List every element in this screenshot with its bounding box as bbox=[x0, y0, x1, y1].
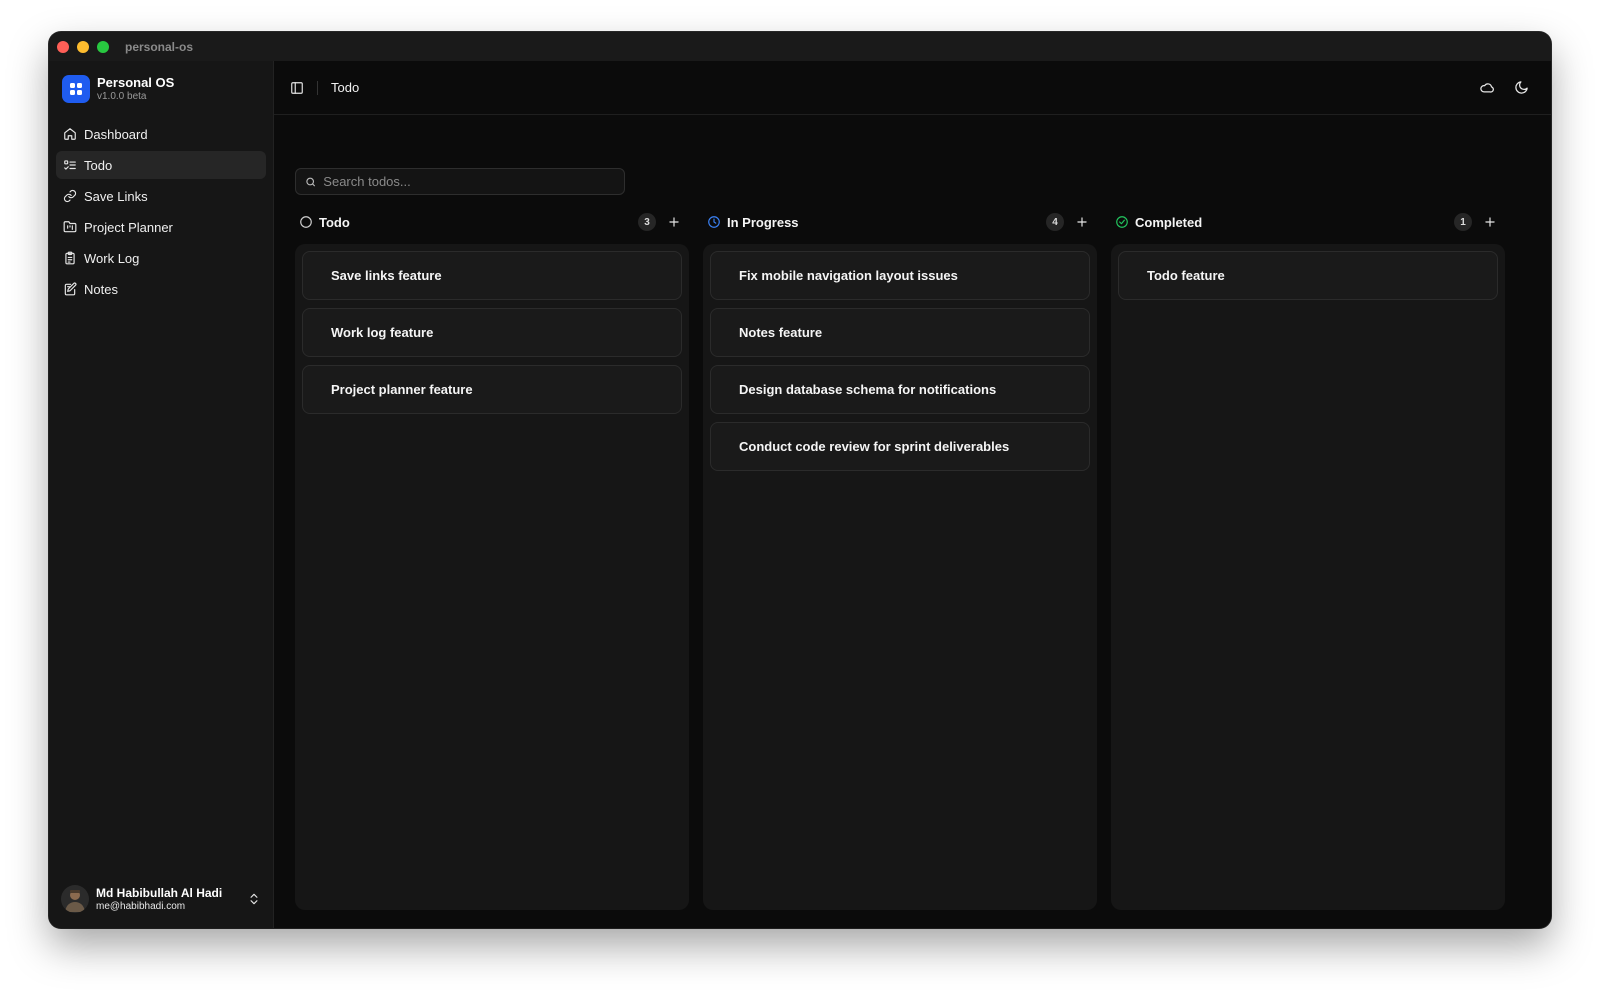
user-avatar-icon bbox=[65, 890, 85, 912]
sidebar-item-label: Save Links bbox=[84, 188, 148, 204]
title-bar: personal-os bbox=[49, 32, 1551, 61]
sidebar-item-notes[interactable]: Notes bbox=[56, 275, 266, 303]
search-icon bbox=[306, 177, 315, 186]
clipboard-icon bbox=[65, 251, 75, 265]
column-body: Save links feature Work log feature Proj… bbox=[295, 244, 689, 910]
column-header: Completed 1 bbox=[1111, 210, 1505, 234]
user-menu[interactable]: Md Habibullah Al Hadi me@habibhadi.com bbox=[49, 870, 273, 928]
divider bbox=[317, 80, 318, 95]
todo-card[interactable]: Todo feature bbox=[1118, 251, 1498, 300]
column-title: Completed bbox=[1135, 214, 1203, 230]
sidebar-item-dashboard[interactable]: Dashboard bbox=[56, 120, 266, 148]
todo-card[interactable]: Conduct code review for sprint deliverab… bbox=[710, 422, 1090, 471]
todo-card[interactable]: Notes feature bbox=[710, 308, 1090, 357]
brand-version: v1.0.0 beta bbox=[97, 91, 147, 102]
todo-card[interactable]: Design database schema for notifications bbox=[710, 365, 1090, 414]
column-body: Todo feature bbox=[1111, 244, 1505, 910]
column-header: Todo 3 bbox=[295, 210, 689, 234]
count-badge: 4 bbox=[1046, 213, 1064, 231]
column-todo: Todo 3 Save links feature Work log featu… bbox=[295, 210, 689, 910]
count-badge: 3 bbox=[638, 213, 656, 231]
close-window-button[interactable] bbox=[57, 40, 69, 53]
maximize-window-button[interactable] bbox=[97, 40, 109, 53]
check-circle-icon bbox=[1116, 216, 1128, 228]
home-icon bbox=[64, 128, 76, 140]
sidebar-item-label: Project Planner bbox=[84, 219, 173, 235]
sidebar-toggle-icon[interactable] bbox=[290, 81, 304, 95]
top-bar: Todo bbox=[274, 61, 1551, 115]
plus-icon[interactable] bbox=[667, 215, 681, 229]
cloud-sync-icon[interactable] bbox=[1479, 80, 1494, 95]
column-title: In Progress bbox=[727, 214, 799, 230]
column-body: Fix mobile navigation layout issues Note… bbox=[703, 244, 1097, 910]
app-logo-icon bbox=[62, 75, 90, 103]
todo-card[interactable]: Save links feature bbox=[302, 251, 682, 300]
column-completed: Completed 1 Todo feature bbox=[1111, 210, 1505, 910]
plus-icon[interactable] bbox=[1483, 215, 1497, 229]
kanban-board: Todo 3 Save links feature Work log featu… bbox=[295, 210, 1531, 910]
main-content: Todo Todo 3 Save links feature bbox=[274, 61, 1551, 928]
chevrons-up-down-icon[interactable] bbox=[247, 892, 261, 906]
window-controls bbox=[57, 40, 109, 53]
search-field[interactable] bbox=[295, 168, 625, 195]
brand-header[interactable]: Personal OS v1.0.0 beta bbox=[49, 61, 273, 117]
count-badge: 1 bbox=[1454, 213, 1472, 231]
brand-name: Personal OS bbox=[97, 75, 175, 90]
sidebar-item-label: Notes bbox=[84, 281, 118, 297]
window-title: personal-os bbox=[125, 39, 194, 54]
sidebar-item-project-planner[interactable]: Project Planner bbox=[56, 213, 266, 241]
sidebar: Personal OS v1.0.0 beta Dashboard Todo S… bbox=[49, 61, 274, 928]
user-name: Md Habibullah Al Hadi bbox=[96, 885, 223, 900]
sidebar-item-label: Work Log bbox=[84, 250, 140, 266]
edit-note-icon bbox=[64, 282, 77, 296]
circle-icon bbox=[300, 216, 312, 228]
todo-card[interactable]: Fix mobile navigation layout issues bbox=[710, 251, 1090, 300]
moon-icon[interactable] bbox=[1514, 80, 1529, 95]
minimize-window-button[interactable] bbox=[77, 40, 89, 53]
breadcrumb: Todo bbox=[331, 80, 360, 95]
column-title: Todo bbox=[319, 214, 350, 230]
sidebar-item-label: Todo bbox=[84, 157, 113, 173]
app-window: personal-os Personal OS v1.0.0 beta Dash… bbox=[49, 32, 1551, 928]
column-in-progress: In Progress 4 Fix mobile navigation layo… bbox=[703, 210, 1097, 910]
list-todo-icon bbox=[64, 160, 76, 170]
sidebar-nav: Dashboard Todo Save Links Project Planne… bbox=[49, 120, 273, 303]
sidebar-item-label: Dashboard bbox=[84, 126, 148, 142]
folder-kanban-icon bbox=[63, 221, 77, 233]
clock-icon bbox=[708, 216, 720, 228]
user-email: me@habibhadi.com bbox=[96, 900, 186, 912]
sidebar-item-todo[interactable]: Todo bbox=[56, 151, 266, 179]
todo-card[interactable]: Project planner feature bbox=[302, 365, 682, 414]
link-icon bbox=[63, 189, 77, 203]
column-header: In Progress 4 bbox=[703, 210, 1097, 234]
plus-icon[interactable] bbox=[1075, 215, 1089, 229]
sidebar-item-save-links[interactable]: Save Links bbox=[56, 182, 266, 210]
search-input[interactable] bbox=[323, 174, 615, 189]
todo-card[interactable]: Work log feature bbox=[302, 308, 682, 357]
sidebar-item-work-log[interactable]: Work Log bbox=[56, 244, 266, 272]
avatar bbox=[61, 885, 89, 913]
